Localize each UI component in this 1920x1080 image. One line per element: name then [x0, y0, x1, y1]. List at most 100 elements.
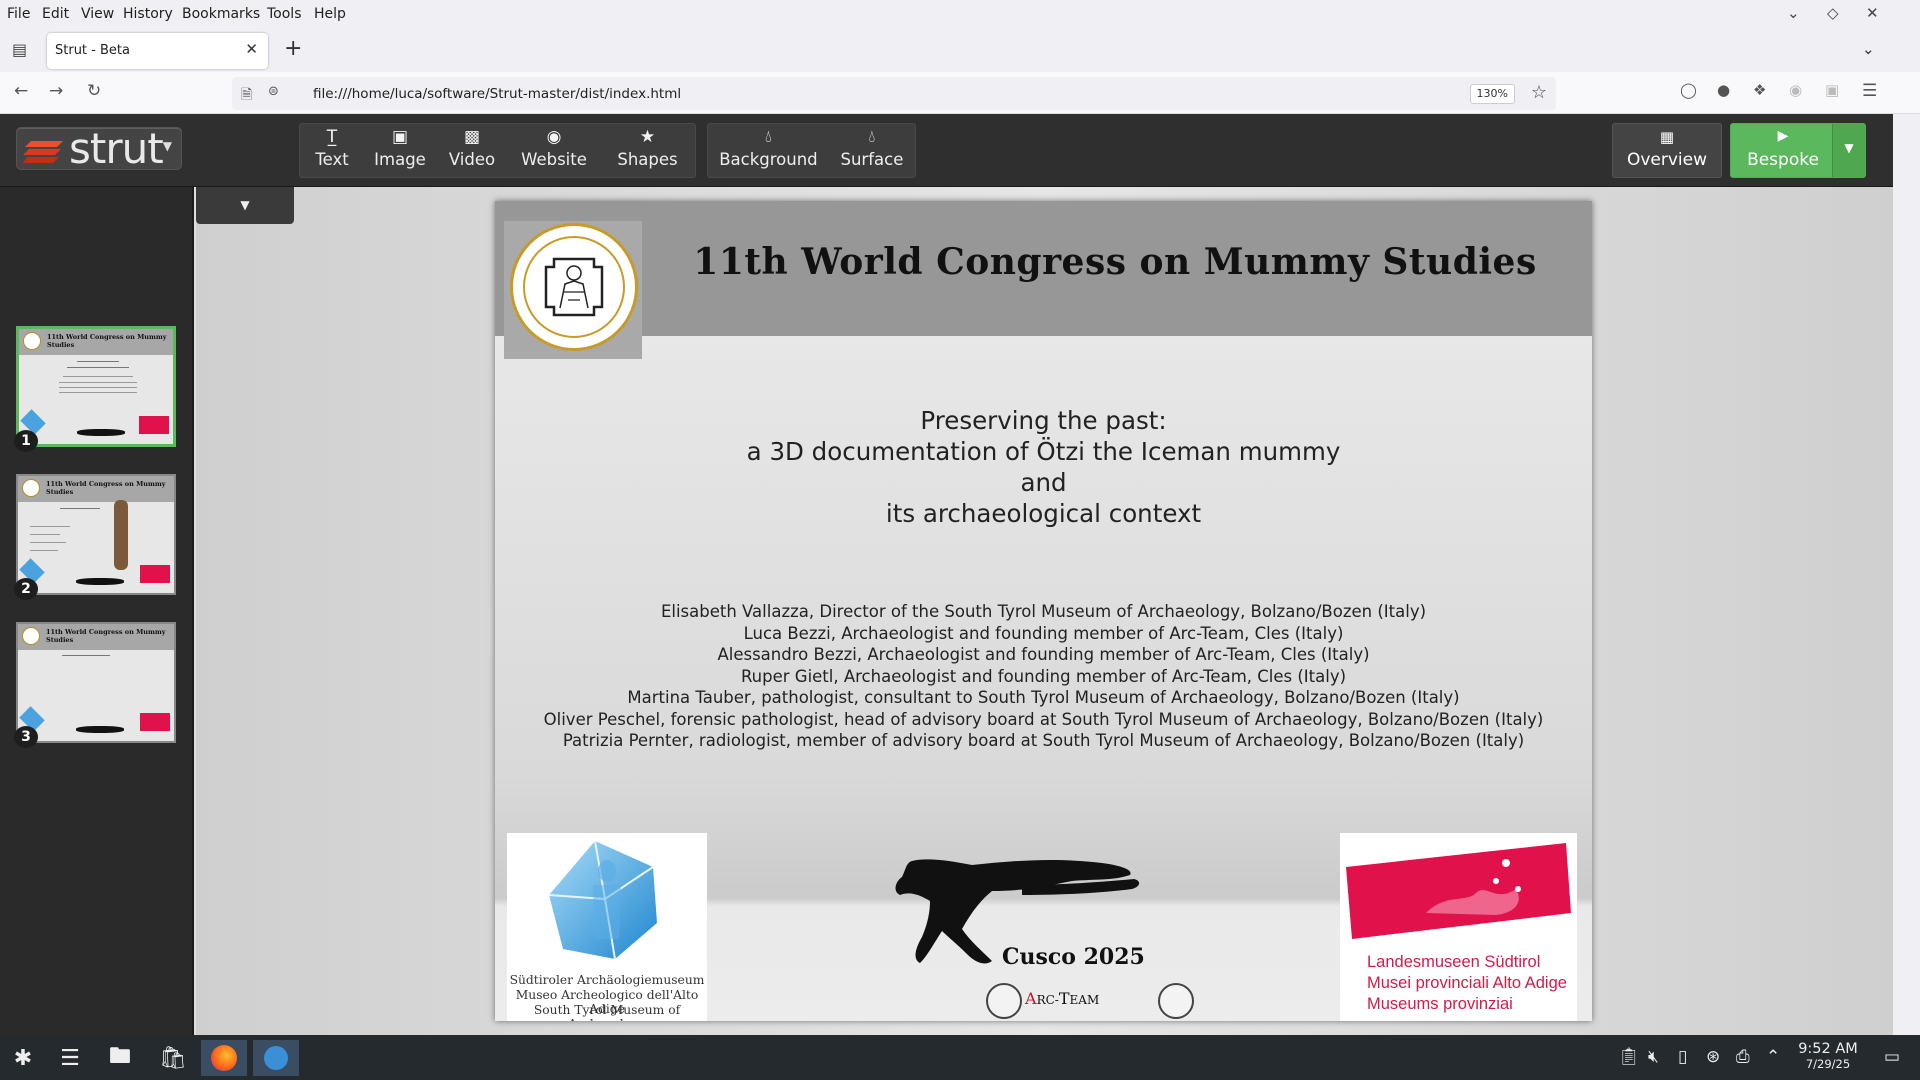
- settings-sliders-icon[interactable]: ☰: [47, 1040, 93, 1076]
- list-tabs-icon[interactable]: ⌄: [1862, 40, 1875, 58]
- subtitle-line: Preserving the past:: [920, 406, 1167, 435]
- reload-icon[interactable]: ↻: [87, 81, 101, 101]
- menu-history[interactable]: History: [123, 6, 173, 22]
- text-icon: T̲: [326, 127, 338, 147]
- file-manager-icon[interactable]: 🖿: [97, 1040, 143, 1076]
- menu-view[interactable]: View: [81, 6, 114, 22]
- mummy-figure: [114, 500, 128, 570]
- close-window-icon[interactable]: ✕: [1866, 4, 1879, 22]
- subtitle-line: its archaeological context: [885, 499, 1202, 528]
- surface-button[interactable]: 💧︎ Surface: [829, 124, 915, 177]
- strut-logo-text: strut: [69, 124, 164, 173]
- toggle-panel-button[interactable]: ▼: [196, 187, 294, 224]
- maximize-icon[interactable]: ◇: [1827, 4, 1839, 22]
- back-icon[interactable]: ←: [14, 81, 28, 101]
- volume-muted-icon[interactable]: 🔇︎: [1648, 1047, 1659, 1067]
- extension-icon-b[interactable]: ▣: [1825, 81, 1839, 99]
- close-tab-icon[interactable]: ✕: [245, 40, 258, 58]
- tab-strut[interactable]: Strut - Beta ✕: [47, 33, 268, 69]
- shapes-button[interactable]: ★ Shapes: [600, 124, 695, 177]
- strut-logo-menu[interactable]: strut ▼: [16, 124, 182, 173]
- congress-seal: [504, 221, 642, 359]
- menu-help[interactable]: Help: [314, 6, 346, 22]
- surface-button-label: Surface: [840, 150, 904, 169]
- strut-toolbar: strut ▼ T̲ Text ▣ Image ▩ Video ◉ Websit…: [0, 114, 1893, 187]
- image-icon: ▣: [391, 127, 409, 147]
- play-icon: ▶: [1777, 128, 1789, 144]
- grid-icon: ▦: [1659, 128, 1675, 146]
- show-hidden-icon[interactable]: ⌃: [1766, 1047, 1780, 1067]
- menu-file[interactable]: File: [7, 6, 30, 22]
- minimize-icon[interactable]: ⌄: [1787, 4, 1800, 22]
- usb-device-icon[interactable]: ▯: [1678, 1047, 1687, 1067]
- thumb-title-1: 11th World Congress on Mummy Studies: [47, 333, 167, 349]
- discover-store-icon[interactable]: 🛍: [150, 1040, 196, 1076]
- slide-thumbnail-1[interactable]: 11th World Congress on Mummy Studies: [16, 326, 176, 447]
- author-line: Luca Bezzi, Archaeologist and founding m…: [743, 623, 1344, 643]
- landesmuseen-name-de: Landesmuseen Südtirol: [1367, 953, 1541, 971]
- compass-seal-icon: [1158, 983, 1194, 1019]
- show-desktop-icon[interactable]: ▭: [1884, 1047, 1900, 1067]
- image-button[interactable]: ▣ Image: [364, 124, 436, 177]
- landesmuseen-red-logo-icon: [1346, 843, 1571, 939]
- wifi-icon[interactable]: ⊛: [1706, 1047, 1720, 1067]
- permissions-icon[interactable]: ⊜: [268, 84, 279, 99]
- clipboard-icon[interactable]: 📋︎: [1618, 1047, 1640, 1067]
- pocket-icon[interactable]: ◯: [1680, 81, 1697, 99]
- zoom-level[interactable]: 130%: [1469, 84, 1515, 104]
- tab-overview-icon[interactable]: ▤: [12, 40, 27, 59]
- extension-icon-a[interactable]: ◉: [1789, 81, 1802, 99]
- south-tyrol-museum-logo[interactable]: Südtiroler Archäologiemuseum Museo Arche…: [507, 833, 707, 1021]
- caret-down-icon: ▼: [162, 139, 172, 153]
- video-button[interactable]: ▩ Video: [436, 124, 508, 177]
- firefox-icon[interactable]: [201, 1040, 247, 1076]
- subtitle-line: and: [1020, 468, 1067, 497]
- drop-icon: 💧︎: [765, 127, 772, 147]
- app-launcher-icon[interactable]: ✱: [0, 1040, 46, 1076]
- new-tab-icon[interactable]: +: [284, 36, 302, 61]
- slide-title[interactable]: 11th World Congress on Mummy Studies: [650, 241, 1580, 283]
- url-bar[interactable]: 🗎 ⊜ file:///home/luca/software/Strut-mas…: [232, 77, 1556, 110]
- insert-group: T̲ Text ▣ Image ▩ Video ◉ Website ★ Shap…: [299, 123, 696, 178]
- overview-button[interactable]: ▦ Overview: [1612, 123, 1722, 178]
- clock-date: 7/29/25: [1805, 1057, 1851, 1071]
- landesmuseen-logo[interactable]: Landesmuseen Südtirol Musei provinciali …: [1340, 833, 1577, 1021]
- bespoke-button[interactable]: ▶ Bespoke ▼: [1730, 123, 1866, 178]
- hamburger-menu-icon[interactable]: ☰: [1862, 81, 1877, 101]
- landesmuseen-name-it: Musei provinciali Alto Adige: [1367, 974, 1567, 992]
- author-line: Elisabeth Vallazza, Director of the Sout…: [660, 602, 1427, 621]
- arc-team-t: T: [1058, 989, 1070, 1008]
- menu-edit[interactable]: Edit: [42, 6, 69, 22]
- slide-number-3: 3: [14, 726, 38, 748]
- author-line: Alessandro Bezzi, Archaeologist and foun…: [717, 645, 1370, 664]
- extensions-icon[interactable]: ❖: [1753, 81, 1766, 99]
- author-line: Oliver Peschel, forensic pathologist, he…: [543, 709, 1544, 729]
- account-icon[interactable]: ●: [1717, 81, 1730, 99]
- landesmuseen-name-lad: Museums provinziai: [1367, 995, 1513, 1013]
- bespoke-label: Bespoke: [1747, 150, 1819, 170]
- strut-logo-icon: [23, 141, 63, 163]
- seal-icon: [986, 983, 1022, 1019]
- overview-label: Overview: [1626, 150, 1708, 170]
- website-button[interactable]: ◉ Website: [508, 124, 600, 177]
- printer-icon[interactable]: ⎙: [1736, 1047, 1750, 1067]
- slide-thumbnail-3[interactable]: 11th World Congress on Mummy Studies: [16, 622, 176, 743]
- menu-bookmarks[interactable]: Bookmarks: [182, 6, 260, 22]
- forward-icon[interactable]: →: [49, 81, 63, 101]
- authors-list[interactable]: Elisabeth Vallazza, Director of the Sout…: [495, 601, 1592, 752]
- bookmark-star-icon[interactable]: ☆: [1531, 82, 1547, 103]
- slide-subtitle[interactable]: Preserving the past: a 3D documentation …: [495, 405, 1592, 529]
- menu-tools[interactable]: Tools: [267, 6, 302, 22]
- website-button-label: Website: [521, 150, 587, 169]
- background-button[interactable]: 💧︎ Background: [708, 124, 829, 177]
- bespoke-dropdown-icon[interactable]: ▼: [1832, 124, 1865, 177]
- slide-thumbnail-2[interactable]: 11th World Congress on Mummy Studies: [16, 474, 176, 595]
- url-text[interactable]: file:///home/luca/software/Strut-master/…: [313, 86, 681, 102]
- page-icon: 🗎: [241, 87, 253, 103]
- network-app-icon[interactable]: [253, 1040, 299, 1076]
- current-slide[interactable]: 11th World Congress on Mummy Studies Pre…: [495, 201, 1592, 1021]
- drop-icon: 💧︎: [868, 127, 876, 147]
- text-button[interactable]: T̲ Text: [300, 124, 364, 177]
- clock[interactable]: 9:52 AM 7/29/25: [1796, 1041, 1860, 1071]
- museum-name-de: Südtiroler Archäologiemuseum: [509, 973, 705, 987]
